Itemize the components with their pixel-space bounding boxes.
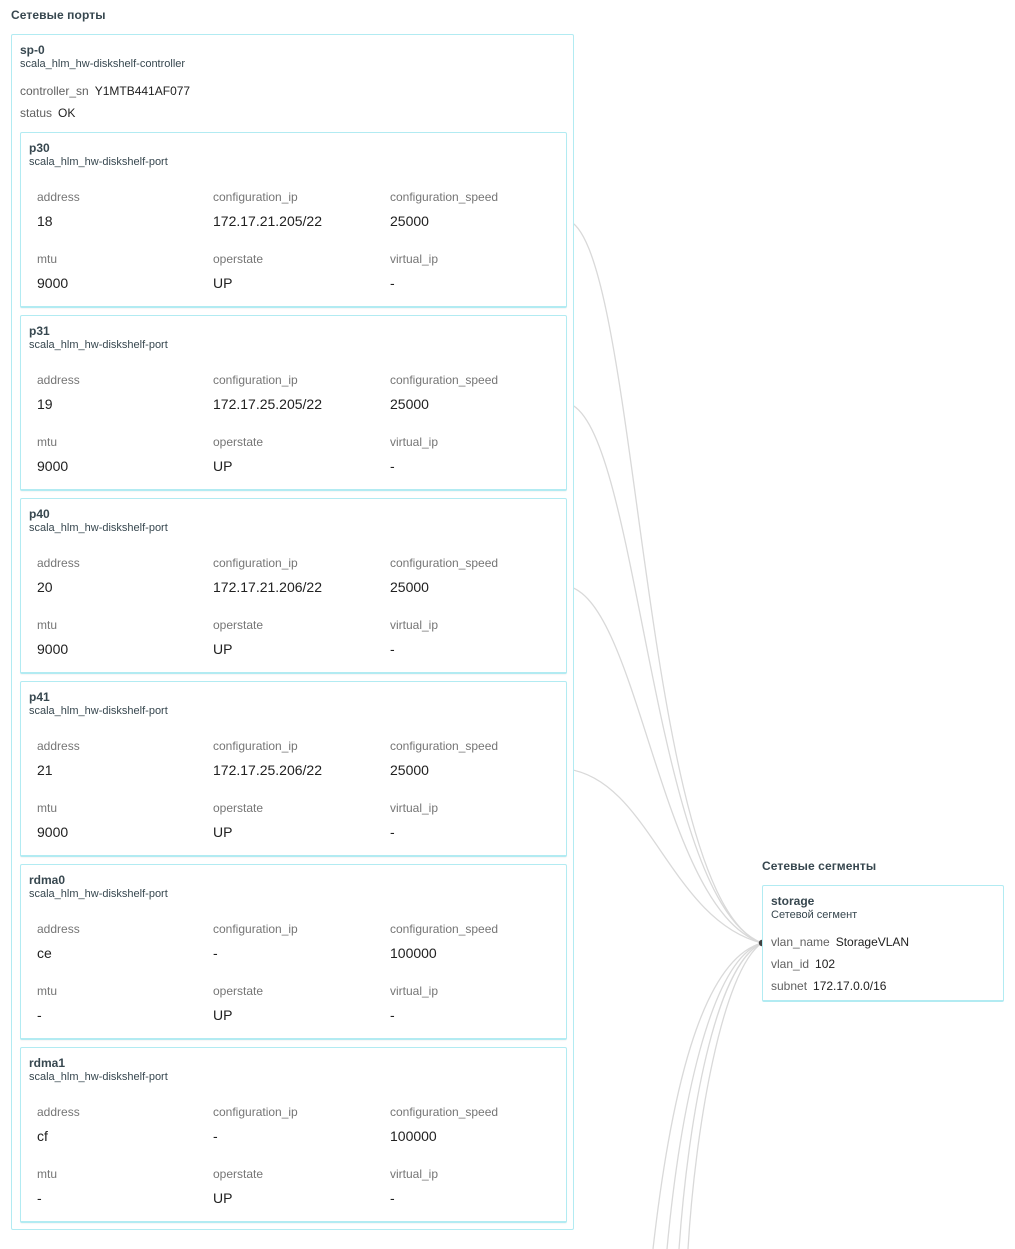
field-configuration-speed: configuration_speed 25000 — [390, 190, 499, 229]
field-virtual-ip: virtual_ip - — [390, 435, 439, 474]
field-address: address 20 — [37, 556, 80, 595]
link-offscreen-3 — [678, 942, 763, 1249]
field-operstate: operstate UP — [213, 435, 264, 474]
port-card-p40[interactable]: p40 scala_hlm_hw-diskshelf-port address 2… — [20, 498, 567, 674]
link-offscreen-4 — [687, 942, 763, 1249]
network-graph-canvas: Сетевые порты Сетевые сегменты sp-0 scal… — [0, 0, 1015, 1249]
port-name: p40 — [29, 507, 50, 521]
segment-name: storage — [771, 894, 815, 908]
link-offscreen-1 — [652, 942, 763, 1249]
port-type: scala_hlm_hw-diskshelf-port — [29, 705, 168, 717]
field-configuration-ip: configuration_ip 172.17.25.205/22 — [213, 373, 322, 412]
segment-vlan-name-row: vlan_name StorageVLAN — [771, 935, 910, 949]
field-address: address cf — [37, 1105, 80, 1144]
segment-subnet-row: subnet 172.17.0.0/16 — [771, 979, 887, 993]
field-configuration-speed: configuration_speed 25000 — [390, 373, 499, 412]
field-configuration-ip: configuration_ip - — [213, 922, 298, 961]
port-card-p41[interactable]: p41 scala_hlm_hw-diskshelf-port address 2… — [20, 681, 567, 857]
port-name: rdma0 — [29, 873, 66, 887]
segment-type: Сетевой сегмент — [771, 909, 858, 921]
port-type: scala_hlm_hw-diskshelf-port — [29, 156, 168, 168]
port-type: scala_hlm_hw-diskshelf-port — [29, 888, 168, 900]
field-operstate: operstate UP — [213, 801, 264, 840]
port-type: scala_hlm_hw-diskshelf-port — [29, 1071, 168, 1083]
field-virtual-ip: virtual_ip - — [390, 618, 439, 657]
segment-vlan-id-row: vlan_id 102 — [771, 957, 836, 971]
field-operstate: operstate UP — [213, 252, 264, 291]
field-configuration-ip: configuration_ip - — [213, 1105, 298, 1144]
field-mtu: mtu 9000 — [37, 252, 69, 291]
link-p31-storage — [566, 402, 763, 944]
port-name: p30 — [29, 141, 50, 155]
port-name: p41 — [29, 690, 50, 704]
field-virtual-ip: virtual_ip - — [390, 252, 439, 291]
field-address: address 18 — [37, 190, 80, 229]
field-address: address 21 — [37, 739, 80, 778]
port-type: scala_hlm_hw-diskshelf-port — [29, 522, 168, 534]
field-virtual-ip: virtual_ip - — [390, 1167, 439, 1206]
controller-name: sp-0 — [20, 43, 45, 57]
controller-sn-row: controller_sn Y1MTB441AF077 — [20, 84, 190, 98]
ports-section-title: Сетевые порты — [11, 8, 106, 22]
field-configuration-ip: configuration_ip 172.17.21.206/22 — [213, 556, 322, 595]
field-configuration-speed: configuration_speed 25000 — [390, 556, 499, 595]
link-p40-storage — [566, 585, 763, 944]
port-card-rdma0[interactable]: rdma0 scala_hlm_hw-diskshelf-port addres… — [20, 864, 567, 1040]
field-configuration-ip: configuration_ip 172.17.25.206/22 — [213, 739, 322, 778]
controller-sn-value: Y1MTB441AF077 — [94, 84, 191, 98]
link-offscreen-2 — [666, 942, 763, 1249]
field-mtu: mtu 9000 — [37, 618, 69, 657]
controller-status-row: status OK — [20, 106, 75, 120]
field-address: address 19 — [37, 373, 80, 412]
field-virtual-ip: virtual_ip - — [390, 984, 439, 1023]
field-configuration-ip: configuration_ip 172.17.21.205/22 — [213, 190, 322, 229]
port-name: rdma1 — [29, 1056, 66, 1070]
field-operstate: operstate UP — [213, 1167, 264, 1206]
field-mtu: mtu - — [37, 1167, 58, 1206]
field-mtu: mtu 9000 — [37, 435, 69, 474]
port-type: scala_hlm_hw-diskshelf-port — [29, 339, 168, 351]
port-card-p30[interactable]: p30 scala_hlm_hw-diskshelf-port address 1… — [20, 132, 567, 308]
field-mtu: mtu 9000 — [37, 801, 69, 840]
field-operstate: operstate UP — [213, 618, 264, 657]
link-p41-storage — [566, 768, 763, 944]
controller-type: scala_hlm_hw-diskshelf-controller — [20, 58, 186, 70]
field-configuration-speed: configuration_speed 25000 — [390, 739, 499, 778]
field-mtu: mtu - — [37, 984, 58, 1023]
field-virtual-ip: virtual_ip - — [390, 801, 439, 840]
port-name: p31 — [29, 324, 50, 338]
field-operstate: operstate UP — [213, 984, 264, 1023]
controller-status-key: status — [20, 106, 53, 120]
link-p30-storage — [566, 219, 763, 944]
segments-section-title: Сетевые сегменты — [762, 859, 877, 873]
controller-status-value: OK — [58, 106, 76, 120]
segment-card-storage[interactable]: storage Сетевой сегмент vlan_name Storage… — [762, 885, 1004, 1002]
field-configuration-speed: configuration_speed 100000 — [390, 922, 499, 961]
port-card-rdma1[interactable]: rdma1 scala_hlm_hw-diskshelf-port addres… — [20, 1047, 567, 1223]
port-card-p31[interactable]: p31 scala_hlm_hw-diskshelf-port address 1… — [20, 315, 567, 491]
field-configuration-speed: configuration_speed 100000 — [390, 1105, 499, 1144]
controller-sn-key: controller_sn — [20, 84, 89, 98]
field-address: address ce — [37, 922, 80, 961]
